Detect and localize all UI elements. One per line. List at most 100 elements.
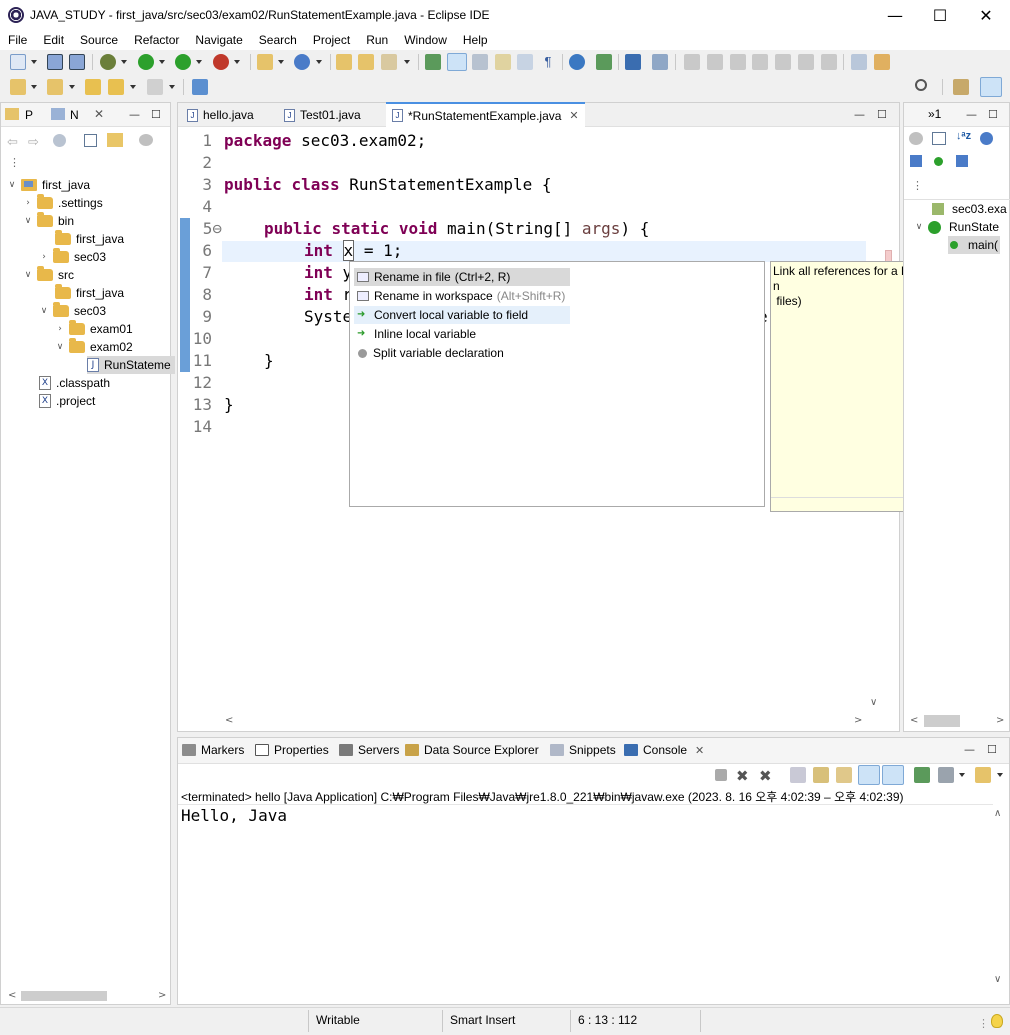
resume-icon[interactable] (684, 54, 700, 70)
tree-item-exam02[interactable]: ∨ exam02 (55, 338, 133, 356)
scroll-left-icon[interactable]: < (225, 715, 233, 726)
menu-source[interactable]: Source (72, 33, 126, 47)
tree-item-src[interactable]: ∨ src (23, 266, 74, 284)
close-tab-icon[interactable]: ✕ (94, 107, 104, 121)
pin-editor-icon[interactable] (192, 79, 208, 95)
close-tab-icon[interactable]: ✕ (695, 744, 704, 757)
collapsed-chevron-icon[interactable]: › (55, 324, 65, 334)
scroll-right-icon[interactable]: > (158, 990, 166, 1001)
remove-all-launches-icon[interactable]: ✖ (759, 767, 775, 785)
last-edit-location-icon[interactable] (85, 79, 101, 95)
minimize-view-icon[interactable]: — (966, 108, 977, 121)
menu-edit[interactable]: Edit (35, 33, 72, 47)
maximize-view-icon[interactable]: ☐ (988, 108, 998, 121)
expanded-chevron-icon[interactable]: ∨ (23, 216, 33, 226)
disconnect-icon[interactable] (752, 54, 768, 70)
open-console-icon[interactable] (975, 767, 991, 783)
run-dropdown-icon[interactable] (159, 60, 165, 64)
explorer-hscroll-thumb[interactable] (21, 991, 107, 1001)
collapsed-chevron-icon[interactable]: › (39, 252, 49, 262)
tab-snippets[interactable]: Snippets (550, 741, 616, 759)
hide-local-types-icon[interactable] (956, 155, 968, 167)
external-tools-icon[interactable] (213, 54, 229, 70)
next-annotation-icon[interactable] (10, 79, 26, 95)
new-icon[interactable] (10, 54, 26, 70)
display-selected-console-icon[interactable] (938, 767, 954, 783)
search-dropdown-icon[interactable] (404, 60, 410, 64)
tab-navigator[interactable]: N (70, 108, 79, 122)
menu-run[interactable]: Run (358, 33, 396, 47)
tab-markers[interactable]: Markers (182, 741, 244, 759)
tree-item-bin-first-java[interactable]: first_java (55, 230, 124, 248)
globe-icon[interactable] (569, 54, 585, 70)
run-icon[interactable] (138, 54, 154, 70)
display-console-dropdown-icon[interactable] (959, 773, 965, 777)
expanded-chevron-icon[interactable]: ∨ (914, 222, 924, 232)
minimize-view-icon[interactable]: — (129, 108, 140, 121)
hide-fields-icon[interactable] (980, 132, 993, 145)
tab-runstatementexample-java[interactable]: J *RunStatementExample.java ✕ (386, 102, 585, 127)
open-type-icon[interactable] (336, 54, 352, 70)
tree-item-src-sec03[interactable]: ∨ sec03 (39, 302, 106, 320)
suspend-icon[interactable] (707, 54, 723, 70)
next-annotation-dropdown-icon[interactable] (31, 85, 37, 89)
tree-item-bin-sec03[interactable]: › sec03 (39, 248, 106, 266)
tab-properties[interactable]: Properties (255, 741, 329, 759)
debug-dropdown-icon[interactable] (121, 60, 127, 64)
mark-occurrences-icon[interactable] (447, 53, 467, 71)
close-button[interactable]: ✕ (963, 0, 1009, 30)
new-java-project-icon[interactable] (257, 54, 273, 70)
save-all-icon[interactable] (69, 54, 85, 70)
maximize-view-icon[interactable]: ☐ (987, 743, 997, 756)
scroll-down-icon[interactable]: ∨ (994, 974, 1001, 985)
menu-project[interactable]: Project (305, 33, 358, 47)
scroll-left-icon[interactable]: < (910, 715, 918, 726)
expanded-chevron-icon[interactable]: ∨ (39, 306, 49, 316)
menu-window[interactable]: Window (396, 33, 455, 47)
tip-lightbulb-icon[interactable] (991, 1014, 1003, 1028)
step-into-icon[interactable] (775, 54, 791, 70)
console-output[interactable]: Hello, Java (181, 806, 287, 825)
save-icon[interactable] (47, 54, 63, 70)
use-step-filters-icon[interactable] (851, 54, 867, 70)
show-whitespace-icon[interactable] (495, 54, 511, 70)
assist-rename-in-workspace[interactable]: Rename in workspace (Alt+Shift+R) (354, 287, 570, 305)
new-dropdown-icon[interactable] (31, 60, 37, 64)
show-on-error-icon[interactable] (882, 765, 904, 785)
word-wrap-icon[interactable] (517, 54, 533, 70)
view-menu-icon[interactable] (139, 134, 153, 146)
terminate-icon[interactable] (730, 54, 746, 70)
outline-package-declaration[interactable]: sec03.exa (932, 200, 1007, 218)
tab-console[interactable]: Console ✕ (624, 741, 704, 759)
scroll-lock-icon[interactable] (813, 767, 829, 783)
tab-data-source-explorer[interactable]: Data Source Explorer (405, 741, 539, 759)
word-wrap-icon[interactable] (836, 767, 852, 783)
tree-item-exam01[interactable]: › exam01 (55, 320, 133, 338)
server-icon[interactable] (596, 54, 612, 70)
debug-icon[interactable] (100, 54, 116, 70)
menu-refactor[interactable]: Refactor (126, 33, 187, 47)
coverage-dropdown-icon[interactable] (196, 60, 202, 64)
pin-console-icon[interactable] (914, 767, 930, 783)
minimize-editor-icon[interactable]: — (854, 108, 865, 121)
more-options-icon[interactable]: ⋮ (9, 156, 20, 169)
expanded-chevron-icon[interactable]: ∨ (7, 180, 17, 190)
paragraph-icon[interactable]: ¶ (540, 54, 556, 70)
more-options-icon[interactable]: ⋮ (912, 179, 923, 192)
link-editor-icon[interactable] (107, 133, 123, 147)
outline-hscroll-thumb[interactable] (924, 715, 960, 727)
scroll-down-icon[interactable]: ∨ (870, 697, 877, 708)
collapse-all-icon[interactable] (84, 134, 97, 147)
minimize-view-icon[interactable]: — (964, 743, 975, 756)
assist-inline-local-variable[interactable]: ➜ Inline local variable (354, 325, 570, 343)
scroll-right-icon[interactable]: > (996, 715, 1004, 726)
java-perspective-icon[interactable] (980, 77, 1002, 97)
open-perspective-icon[interactable] (953, 79, 969, 95)
forward-dropdown-icon[interactable] (169, 85, 175, 89)
tree-item-classpath[interactable]: X .classpath (39, 374, 110, 392)
collapse-all-icon[interactable] (932, 132, 946, 145)
menu-search[interactable]: Search (251, 33, 305, 47)
minimize-button[interactable]: — (872, 0, 918, 30)
tree-item-first-java-project[interactable]: ∨ first_java (7, 176, 90, 194)
remove-launch-icon[interactable]: ✖ (736, 767, 752, 785)
